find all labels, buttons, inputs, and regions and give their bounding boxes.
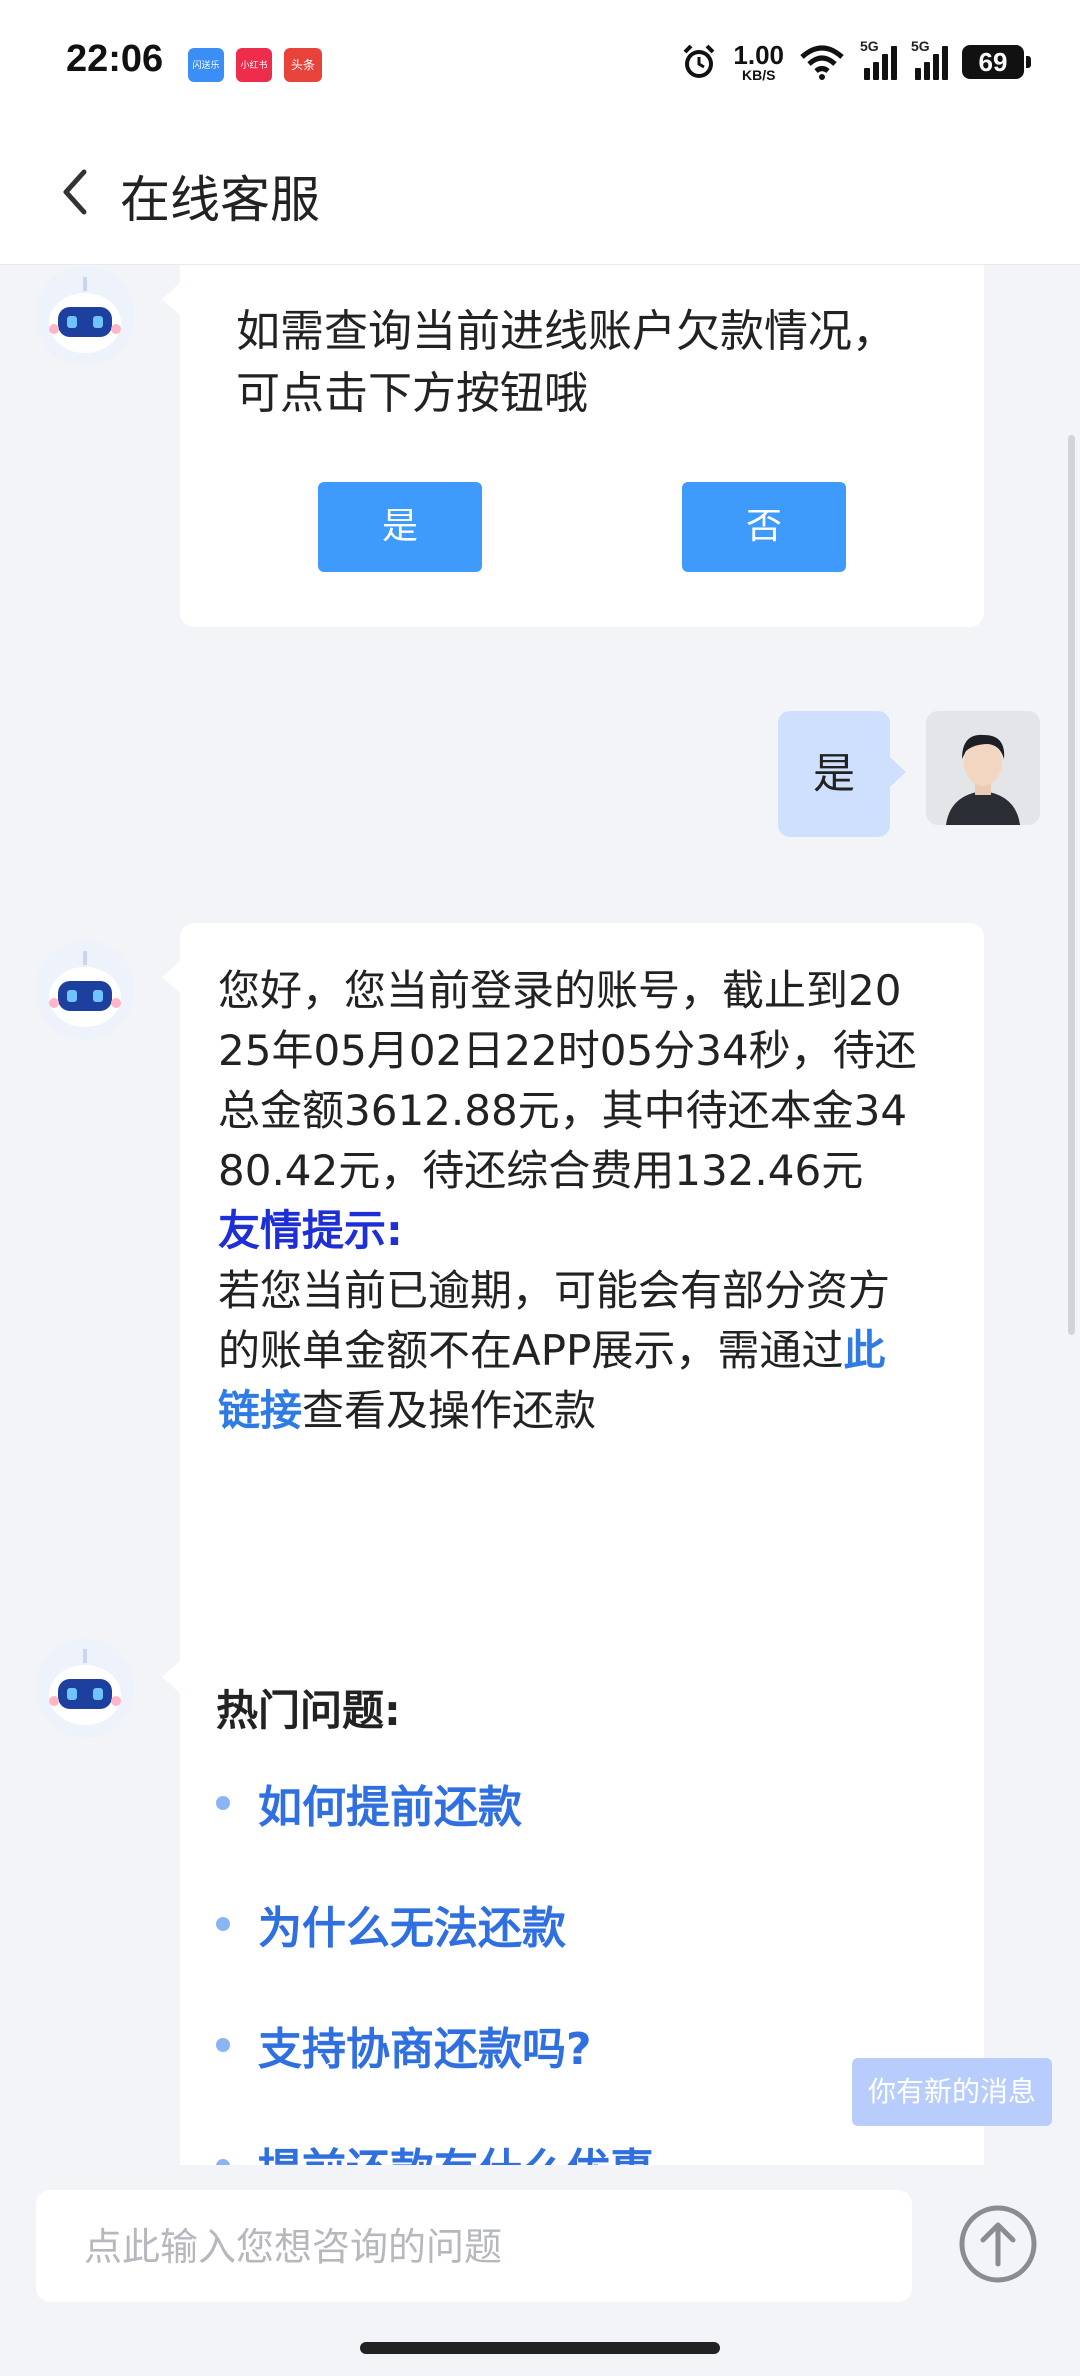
battery-icon: 69 xyxy=(962,45,1031,79)
signal-icon: 5G xyxy=(911,38,948,80)
signal-icon: 5G xyxy=(860,38,897,80)
home-indicator[interactable] xyxy=(360,2342,720,2354)
chat-scrollbar[interactable] xyxy=(1068,435,1075,1335)
user-avatar xyxy=(926,711,1040,825)
user-message-bubble: 是 xyxy=(778,711,906,837)
app-label-3: 头条 xyxy=(290,58,315,72)
alarm-icon xyxy=(683,44,715,78)
hot-question-item[interactable]: 提前还款有什么优惠 xyxy=(216,2136,654,2165)
bullet-dot-icon xyxy=(216,1917,230,1931)
hot-question-item[interactable]: 支持协商还款吗? xyxy=(216,2015,592,2075)
chat-list[interactable]: 如需查询当前进线账户欠款情况，可点击下方按钮哦 是 否 是 您好，您当前登录的账… xyxy=(0,265,1080,2165)
status-time: 22:06 xyxy=(66,38,164,80)
chevron-left-icon[interactable] xyxy=(56,164,96,220)
bot-message-bubble: 如需查询当前进线账户欠款情况，可点击下方按钮哦 是 否 xyxy=(162,265,984,627)
signal-label: 5G xyxy=(911,38,930,54)
app-label-1: 闪送乐 xyxy=(192,61,220,71)
bot-query-text: 如需查询当前进线账户欠款情况，可点击下方按钮哦 xyxy=(236,306,896,419)
app-label-2: 小红书 xyxy=(240,61,268,71)
question-input[interactable] xyxy=(82,2190,906,2304)
tip-title: 友情提示: xyxy=(218,1206,403,1255)
bullet-dot-icon xyxy=(216,2159,230,2165)
status-bar: 22:06 闪送乐 小红书 头条 1.00 KB/S 5G 5G 69 xyxy=(0,0,1080,120)
nav-header: 在线客服 xyxy=(0,120,1080,265)
hot-questions-title: 热门问题: xyxy=(216,1686,401,1735)
tip-tail: 查看及操作还款 xyxy=(302,1386,597,1435)
bullet-dot-icon xyxy=(216,1796,230,1810)
robot-avatar-icon xyxy=(35,940,135,1040)
bullet-dot-icon xyxy=(216,2038,230,2052)
robot-avatar-icon xyxy=(35,266,135,366)
hot-question-label: 为什么无法还款 xyxy=(258,1903,566,1954)
robot-avatar-icon xyxy=(35,1638,135,1738)
wifi-icon xyxy=(800,45,844,80)
app-notification-icon: 小红书 xyxy=(236,48,272,82)
no-button[interactable]: 否 xyxy=(682,482,846,572)
yes-button[interactable]: 是 xyxy=(318,482,482,572)
hot-question-item[interactable]: 为什么无法还款 xyxy=(216,1894,566,1954)
hot-question-label: 如何提前还款 xyxy=(258,1782,522,1833)
status-indicators: 1.00 KB/S 5G 5G 69 xyxy=(679,36,1031,88)
tip-text: 若您当前已逾期，可能会有部分资方的账单金额不在APP展示，需通过 xyxy=(218,1266,891,1375)
hot-question-label: 支持协商还款吗? xyxy=(258,2024,592,2075)
bot-answer-body: 您好，您当前登录的账号，截止到2025年05月02日22时05分34秒，待还总金… xyxy=(218,961,918,1441)
net-speed-value: 1.00 xyxy=(733,40,784,70)
page-title: 在线客服 xyxy=(120,171,320,229)
battery-level: 69 xyxy=(978,47,1008,77)
bot-answer-text: 您好，您当前登录的账号，截止到2025年05月02日22时05分34秒，待还总金… xyxy=(218,966,917,1195)
hot-question-item[interactable]: 如何提前还款 xyxy=(216,1773,522,1833)
app-notification-icon: 头条 xyxy=(284,48,322,82)
hot-question-label: 提前还款有什么优惠 xyxy=(258,2134,654,2165)
net-speed-unit: KB/S xyxy=(741,67,776,83)
input-bar xyxy=(0,2166,1080,2326)
net-speed: 1.00 KB/S xyxy=(733,42,784,82)
new-message-tip[interactable]: 你有新的消息 xyxy=(852,2058,1052,2126)
input-box xyxy=(36,2190,912,2304)
signal-label: 5G xyxy=(860,38,879,54)
app-notification-icon: 闪送乐 xyxy=(188,48,224,82)
send-arrow-up-icon[interactable] xyxy=(958,2204,1038,2284)
